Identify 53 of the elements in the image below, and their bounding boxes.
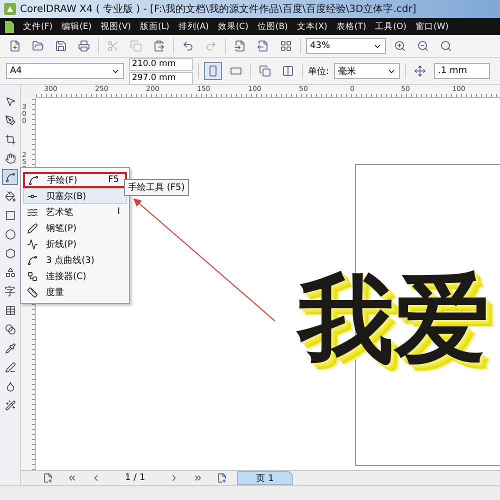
menu-item[interactable]: 位图(B) — [257, 20, 288, 32]
flyout-menu-item[interactable]: 贝塞尔(B) — [23, 188, 127, 204]
flyout-menu-item[interactable]: 连接器(C) — [23, 268, 127, 284]
document-icon[interactable] — [4, 20, 14, 32]
menu-item-label: 钢笔(P) — [46, 222, 78, 234]
curve-icon — [27, 254, 38, 266]
curve-icon[interactable] — [2, 169, 18, 185]
zigzag-icon — [27, 238, 38, 250]
text-tool[interactable]: 字 — [2, 283, 18, 299]
menu-item-label: 贝塞尔(B) — [46, 190, 88, 202]
curve-icon — [28, 174, 39, 186]
ruler-icon — [27, 286, 38, 298]
height-field[interactable]: 297.0 mm — [129, 72, 193, 84]
menu-item[interactable]: 文件(F) — [23, 20, 53, 32]
menu-item-label: 手绘(F) — [47, 174, 78, 186]
flyout-menu-item[interactable]: 艺术笔 I — [23, 204, 127, 220]
menu-item[interactable]: 视图(V) — [100, 20, 131, 32]
menu-item-label: 连接器(C) — [46, 270, 88, 282]
nudge-field[interactable]: .1 mm — [434, 63, 490, 79]
menu-item[interactable]: 窗口(W) — [416, 20, 449, 32]
pen-icon — [27, 222, 38, 234]
flyout-menu-item[interactable]: 手绘(F) F5 — [23, 172, 127, 188]
flyout-menu-item[interactable]: 折线(P) — [23, 236, 127, 252]
3d-text: 我爱 — [298, 262, 490, 377]
page-counter: 1 / 1 — [124, 473, 146, 483]
zoom-level-dropdown[interactable]: 43% — [306, 38, 386, 54]
app-logo-icon — [4, 3, 16, 15]
units-label: 单位: — [308, 66, 330, 78]
shortcut-label: F5 — [108, 175, 119, 185]
width-field[interactable]: 210.0 mm — [129, 58, 193, 70]
menu-item-label: 折线(P) — [46, 238, 78, 250]
connector-icon — [27, 270, 38, 282]
menu-item[interactable]: 文本(X) — [296, 20, 328, 32]
menu-item-label: 艺术笔 — [46, 206, 74, 218]
menu-item[interactable]: 效果(C) — [218, 20, 248, 32]
menu-item[interactable]: 编辑(E) — [62, 20, 92, 32]
menu-item[interactable]: 版面(L) — [140, 20, 170, 32]
units-dropdown[interactable]: 毫米 — [334, 63, 400, 79]
window-title: CorelDRAW X4 ( 专业版 ) - [F:\我的文档\我的源文件作品\百度\百度经验\3D立体字.cdr] — [20, 2, 416, 16]
flyout-menu-item[interactable]: 钢笔(P) — [23, 220, 127, 236]
shortcut-label: I — [117, 207, 120, 217]
menu-item-label: 度量 — [46, 286, 65, 298]
page-tab[interactable]: 页 1 — [237, 471, 293, 485]
menu-item[interactable]: 排列(A) — [178, 20, 209, 32]
menu-item-label: 3 点曲线(3) — [46, 254, 96, 266]
wave-icon — [27, 206, 38, 218]
portrait-page-icon[interactable] — [204, 62, 222, 80]
menu-item[interactable]: 表格(T) — [336, 20, 366, 32]
tooltip: 手绘工具 (F5) — [124, 179, 189, 196]
flyout-menu-item[interactable]: 3 点曲线(3) — [23, 252, 127, 268]
paper-size-dropdown[interactable]: A4 — [6, 63, 124, 79]
menu-item[interactable]: 工具(O) — [375, 20, 406, 32]
flyout-menu-item[interactable]: 度量 — [23, 284, 127, 300]
